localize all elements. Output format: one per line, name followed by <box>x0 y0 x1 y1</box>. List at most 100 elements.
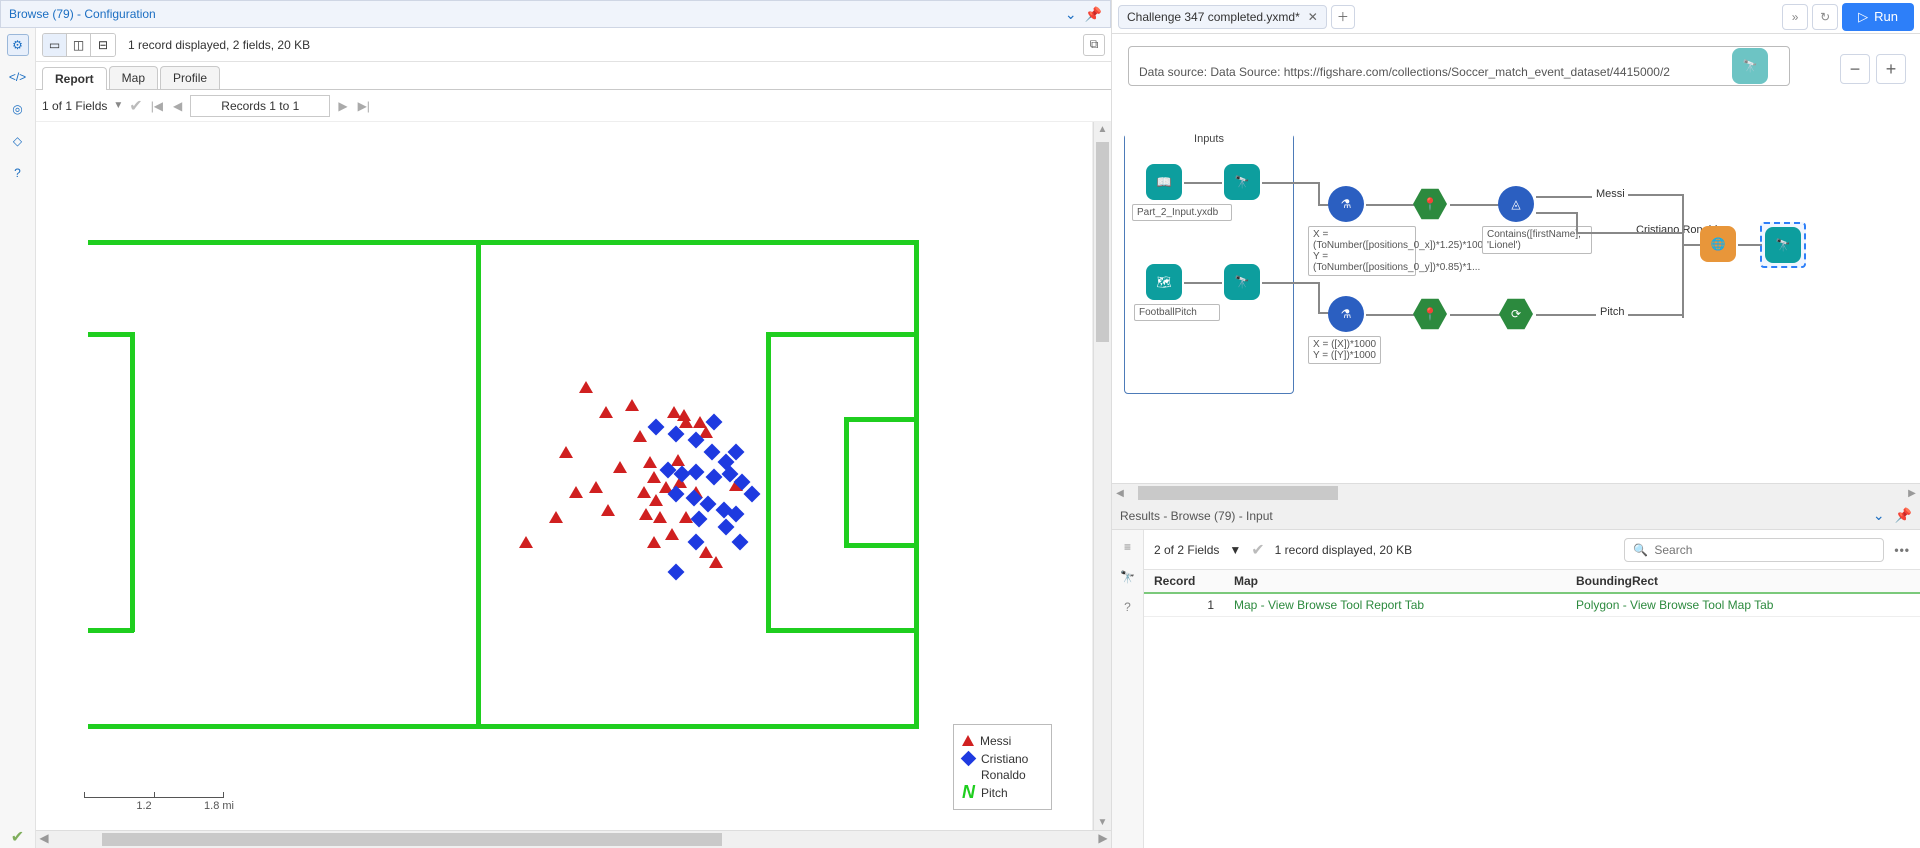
messi-point <box>671 454 685 466</box>
xml-icon[interactable]: </> <box>7 66 29 88</box>
layout-split-h-icon[interactable]: ⊟ <box>91 34 115 56</box>
results-sidebar: ≡ 🔭 ? <box>1112 530 1144 848</box>
workflow-and-results-pane: Challenge 347 completed.yxmd* ✕ ＋ » ↻ ▷R… <box>1112 0 1920 848</box>
map-canvas[interactable]: 1.2 1.8 mi Messi Cristiano Ronaldo NPitc… <box>36 122 1093 830</box>
add-tab-button[interactable]: ＋ <box>1331 5 1355 29</box>
fields-count: 1 of 1 Fields <box>42 99 107 113</box>
gear-icon[interactable]: ⚙ <box>7 34 29 56</box>
record-range[interactable]: Records 1 to 1 <box>190 95 330 117</box>
messi-point <box>665 528 679 540</box>
ronaldo-point <box>704 444 721 461</box>
close-tab-icon[interactable]: ✕ <box>1308 10 1318 24</box>
tab-profile[interactable]: Profile <box>160 66 220 89</box>
cell-map[interactable]: Map - View Browse Tool Report Tab <box>1224 593 1566 617</box>
col-map[interactable]: Map <box>1224 570 1566 593</box>
layout-toggle: ▭ ◫ ⊟ <box>42 33 116 57</box>
results-table[interactable]: Record Map BoundingRect 1 Map - View Bro… <box>1144 570 1920 848</box>
spatial-tool-3[interactable]: ⟳ <box>1498 296 1534 332</box>
map-legend: Messi Cristiano Ronaldo NPitch <box>953 724 1052 810</box>
fields-check-icon[interactable]: ✔ <box>129 96 142 116</box>
scale-tick-2: 1.8 mi <box>204 800 234 812</box>
legend-ronaldo-label: Cristiano Ronaldo <box>981 751 1041 783</box>
results-check-icon[interactable]: ✔ <box>1251 540 1264 560</box>
next-record-icon[interactable]: ▶ <box>336 99 349 113</box>
ronaldo-point <box>668 426 685 443</box>
zoom-out-button[interactable]: − <box>1840 54 1870 84</box>
tab-map[interactable]: Map <box>109 66 158 89</box>
results-toolbar: 2 of 2 Fields ▼ ✔ 1 record displayed, 20… <box>1144 530 1920 570</box>
filter-tool[interactable]: ◬ <box>1498 186 1534 222</box>
messi-point <box>679 416 693 428</box>
workflow-tab[interactable]: Challenge 347 completed.yxmd* ✕ <box>1118 5 1327 29</box>
results-binoculars-icon[interactable]: 🔭 <box>1117 566 1139 588</box>
messi-point <box>569 486 583 498</box>
history-icon[interactable]: ↻ <box>1812 4 1838 30</box>
formula-tool-1[interactable]: ⚗ <box>1328 186 1364 222</box>
play-icon: ▷ <box>1858 9 1868 25</box>
workflow-tab-title: Challenge 347 completed.yxmd* <box>1127 10 1300 24</box>
formula-2-annotation: X = ([X])*1000 Y = ([Y])*1000 <box>1308 336 1381 364</box>
results-fields-dropdown-icon[interactable]: ▼ <box>1229 543 1241 557</box>
report-map-tool[interactable]: 🌐 <box>1700 226 1736 262</box>
search-input[interactable] <box>1654 543 1875 557</box>
table-row[interactable]: 1 Map - View Browse Tool Report Tab Poly… <box>1144 593 1920 617</box>
first-record-icon[interactable]: |◀ <box>149 99 165 113</box>
results-help-icon[interactable]: ? <box>1117 596 1139 618</box>
tag-icon[interactable]: ◇ <box>7 130 29 152</box>
col-record[interactable]: Record <box>1144 570 1224 593</box>
ronaldo-point <box>744 486 761 503</box>
scale-bar: 1.2 1.8 mi <box>84 792 234 812</box>
browse-tool-1[interactable]: 🔭 <box>1224 164 1260 200</box>
layout-single-icon[interactable]: ▭ <box>43 34 67 56</box>
browse-tool-selected[interactable]: 🔭 <box>1765 227 1801 263</box>
vertical-scrollbar[interactable]: ▲ ▼ <box>1093 122 1111 830</box>
ronaldo-point <box>691 511 708 528</box>
ronaldo-point <box>648 419 665 436</box>
col-boundingrect[interactable]: BoundingRect <box>1566 570 1920 593</box>
input-data-tool-1[interactable]: 📖 <box>1146 164 1182 200</box>
ronaldo-point <box>668 564 685 581</box>
layout-split-v-icon[interactable]: ◫ <box>67 34 91 56</box>
ronaldo-point <box>732 534 749 551</box>
results-collapse-icon[interactable]: ⌄ <box>1873 507 1885 524</box>
input-data-tool-2[interactable]: 🗺 <box>1146 264 1182 300</box>
run-button[interactable]: ▷Run <box>1842 3 1914 31</box>
results-search[interactable]: 🔍 <box>1624 538 1884 562</box>
formula-tool-2[interactable]: ⚗ <box>1328 296 1364 332</box>
last-record-icon[interactable]: ▶| <box>356 99 372 113</box>
target-icon[interactable]: ◎ <box>7 98 29 120</box>
config-title: Browse (79) - Configuration <box>9 7 156 21</box>
results-pin-icon[interactable]: 📌 <box>1895 507 1912 524</box>
messi-point <box>633 430 647 442</box>
collapse-icon[interactable]: ⌄ <box>1065 6 1077 23</box>
apply-check-icon[interactable]: ✔ <box>7 826 29 848</box>
cell-rect[interactable]: Polygon - View Browse Tool Map Tab <box>1566 593 1920 617</box>
zoom-in-button[interactable]: + <box>1876 54 1906 84</box>
browse-tool-partial[interactable]: 🔭 <box>1732 48 1768 84</box>
create-points-tool-2[interactable]: 📍 <box>1412 296 1448 332</box>
results-title: Results - Browse (79) - Input <box>1120 509 1273 523</box>
legend-messi-icon <box>962 735 974 746</box>
results-record-summary: 1 record displayed, 20 KB <box>1275 543 1412 557</box>
tab-report[interactable]: Report <box>42 67 107 90</box>
messi-point <box>625 399 639 411</box>
prev-record-icon[interactable]: ◀ <box>171 99 184 113</box>
popout-icon[interactable]: ⧉ <box>1083 34 1105 56</box>
create-points-tool-1[interactable]: 📍 <box>1412 186 1448 222</box>
horizontal-scrollbar[interactable]: ◀ ▶ <box>36 830 1111 848</box>
messi-point <box>599 406 613 418</box>
results-list-icon[interactable]: ≡ <box>1117 536 1139 558</box>
results-more-icon[interactable]: ••• <box>1894 543 1910 557</box>
messi-point <box>709 556 723 568</box>
browse-tool-2[interactable]: 🔭 <box>1224 264 1260 300</box>
input-2-label: FootballPitch <box>1134 304 1220 321</box>
pin-icon[interactable]: 📌 <box>1085 6 1102 23</box>
canvas-tab-bar: Challenge 347 completed.yxmd* ✕ ＋ » ↻ ▷R… <box>1112 0 1920 34</box>
input-1-label: Part_2_Input.yxdb <box>1132 204 1232 221</box>
fields-dropdown-icon[interactable]: ▼ <box>113 100 123 111</box>
ronaldo-point <box>718 519 735 536</box>
overflow-icon[interactable]: » <box>1782 4 1808 30</box>
workflow-canvas[interactable]: Data source: Data Source: https://figsha… <box>1112 34 1920 484</box>
canvas-horizontal-scrollbar[interactable]: ◀▶ <box>1112 484 1920 502</box>
help-icon[interactable]: ? <box>7 162 29 184</box>
